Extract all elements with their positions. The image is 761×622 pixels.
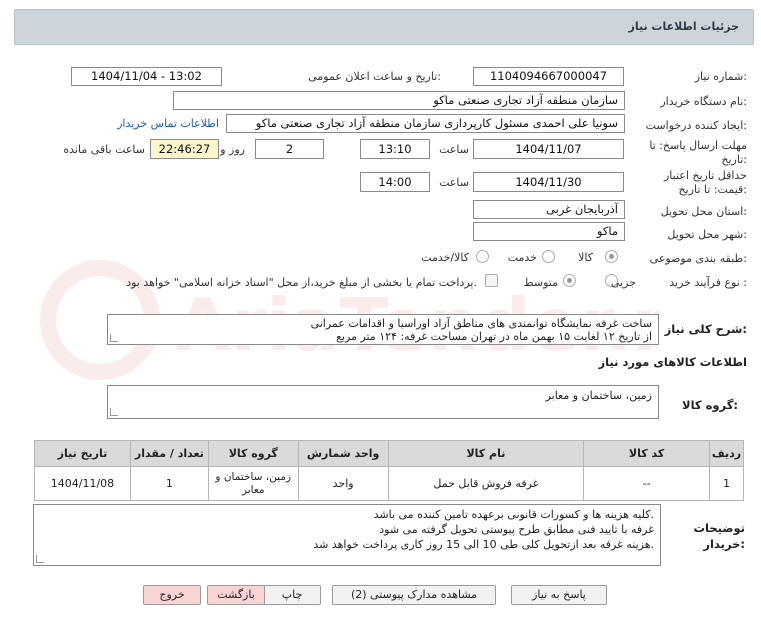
- category-radio-service[interactable]: [542, 250, 555, 263]
- cell-unit: واحد: [297, 466, 389, 501]
- purchase-radio-medium[interactable]: [563, 274, 576, 287]
- purchase-option-medium: متوسط: [523, 276, 558, 289]
- requester-label: ایجاد کننده درخواست:: [645, 119, 747, 132]
- need-number-field[interactable]: 1104094667000047: [473, 67, 624, 86]
- table-row[interactable]: 1404/11/08 1 زمین، ساختمان و معابر واحد …: [34, 466, 745, 501]
- buyer-org-field[interactable]: سازمان منطقه آزاد تجاری صنعتی ماکو: [173, 91, 625, 110]
- validity-date-field[interactable]: 1404/11/30: [473, 172, 624, 192]
- province-field[interactable]: آذربایجان غربی: [473, 200, 625, 219]
- col-quantity: تعداد / مقدار: [129, 440, 209, 467]
- buyer-org-label: نام دستگاه خریدار:: [660, 95, 747, 108]
- cell-goods-group: زمین، ساختمان و معابر: [207, 466, 299, 501]
- remaining-label: ساعت باقی مانده: [63, 143, 145, 156]
- purchase-option-minor: جزیی: [610, 276, 636, 289]
- description-textarea[interactable]: ساخت غرفه نمایشگاه توانمندی های مناطق آز…: [107, 314, 659, 345]
- goods-section-title: اطلاعات کالاهای مورد نیاز: [598, 355, 747, 369]
- title-bar: جزئیات اطلاعات نیاز: [14, 9, 754, 45]
- province-label: استان محل تحویل:: [660, 205, 747, 218]
- goods-group-value: زمین، ساختمان و معابر: [545, 389, 652, 402]
- cell-row-number: 1: [708, 466, 745, 501]
- exit-button[interactable]: خروج: [143, 585, 201, 605]
- buyer-notes-line-3: هزینه غرفه بعد ازتحویل کلی طی 10 الی 15 …: [313, 538, 654, 551]
- col-goods-group: گروه کالا: [207, 440, 299, 467]
- buyer-notes-line-2: غرفه با تایید فنی مطابق طرح پیوستی تحویل…: [379, 523, 654, 536]
- remaining-time-field[interactable]: 22:46:27: [150, 139, 219, 159]
- deadline-label-line2: تاریخ:: [721, 153, 747, 166]
- page-title: جزئیات اطلاعات نیاز: [628, 20, 740, 33]
- buyer-notes-textarea[interactable]: کلیه هزینه ها و کسورات قانونی برعهده تام…: [33, 504, 661, 566]
- deadline-time-label: ساعت: [439, 143, 469, 156]
- deadline-date-field[interactable]: 1404/11/07: [473, 139, 624, 159]
- col-need-date: تاریخ نیاز: [34, 440, 131, 467]
- category-radio-goods[interactable]: [605, 250, 618, 263]
- buyer-contact-link[interactable]: اطلاعات تماس خریدار: [117, 117, 219, 130]
- cell-need-date: 1404/11/08: [34, 466, 131, 501]
- city-field[interactable]: ماکو: [473, 222, 625, 241]
- announce-label: تاریخ و ساعت اعلان عمومی:: [308, 70, 441, 83]
- city-label: شهر محل تحویل:: [667, 228, 747, 241]
- days-label: روز و: [220, 143, 245, 156]
- category-option-goods: کالا: [578, 251, 593, 264]
- description-label: شرح کلی نیاز:: [664, 322, 747, 336]
- goods-table: تاریخ نیاز تعداد / مقدار گروه کالا واحد …: [34, 440, 745, 501]
- goods-group-textarea[interactable]: زمین، ساختمان و معابر: [107, 385, 659, 419]
- resize-handle-icon[interactable]: [110, 408, 118, 416]
- purchase-type-label: نوع فرآیند خرید :: [669, 276, 747, 289]
- category-label: طبقه بندی موضوعی:: [649, 252, 747, 265]
- resize-handle-icon[interactable]: [36, 555, 44, 563]
- col-goods-name: نام کالا: [387, 440, 585, 467]
- validity-time-label: ساعت: [439, 176, 469, 189]
- goods-group-label: گروه کالا:: [682, 398, 738, 412]
- col-unit: واحد شمارش: [297, 440, 389, 467]
- category-option-service: خدمت: [507, 251, 537, 264]
- view-attachments-button[interactable]: مشاهده مدارک پیوستی (2): [332, 585, 496, 605]
- requester-field[interactable]: سونیا علی احمدی مسئول کارپردازی سازمان م…: [226, 114, 625, 133]
- cell-quantity: 1: [129, 466, 209, 501]
- col-goods-code: کد کالا: [583, 440, 710, 467]
- need-details-page: AriaTender.net جزئیات اطلاعات نیاز شماره…: [0, 0, 761, 622]
- cell-goods-name: غرفه فروش قابل حمل: [387, 466, 585, 501]
- validity-label-line1: حداقل تاریخ اعتبار: [663, 169, 747, 182]
- table-header-row: تاریخ نیاز تعداد / مقدار گروه کالا واحد …: [34, 440, 745, 467]
- treasury-payment-checkbox[interactable]: [485, 274, 498, 287]
- category-option-goods-service: کالا/خدمت: [421, 251, 469, 264]
- print-button[interactable]: چاپ: [263, 585, 321, 605]
- back-button[interactable]: بازگشت: [207, 585, 265, 605]
- description-line-2: از تاریخ ۱۲ لغایت ۱۵ بهمن ماه در تهران م…: [336, 330, 652, 343]
- deadline-label-line1: مهلت ارسال پاسخ: تا: [649, 139, 747, 152]
- validity-time-field[interactable]: 14:00: [360, 172, 430, 192]
- days-field[interactable]: 2: [255, 139, 324, 159]
- announce-field[interactable]: 1404/11/04 - 13:02: [71, 67, 222, 86]
- buyer-notes-line-1: کلیه هزینه ها و کسورات قانونی برعهده تام…: [373, 508, 654, 521]
- description-line-1: ساخت غرفه نمایشگاه توانمندی های مناطق آز…: [310, 317, 652, 330]
- category-radio-goods-service[interactable]: [476, 250, 489, 263]
- buyer-notes-label-line1: توضیحات: [693, 521, 746, 535]
- buyer-notes-label-line2: خریدار:: [703, 537, 745, 551]
- cell-goods-code: --: [583, 466, 710, 501]
- validity-label-line2: قیمت: تا تاریخ:: [678, 183, 747, 196]
- reply-button[interactable]: پاسخ به نیاز: [511, 585, 607, 605]
- deadline-time-field[interactable]: 13:10: [360, 139, 430, 159]
- resize-handle-icon[interactable]: [110, 334, 118, 342]
- col-row-number: ردیف: [708, 440, 745, 467]
- treasury-payment-note: پرداخت تمام یا بخشی از مبلغ خرید،از محل …: [126, 276, 477, 289]
- need-number-label: شماره نیاز:: [694, 70, 747, 83]
